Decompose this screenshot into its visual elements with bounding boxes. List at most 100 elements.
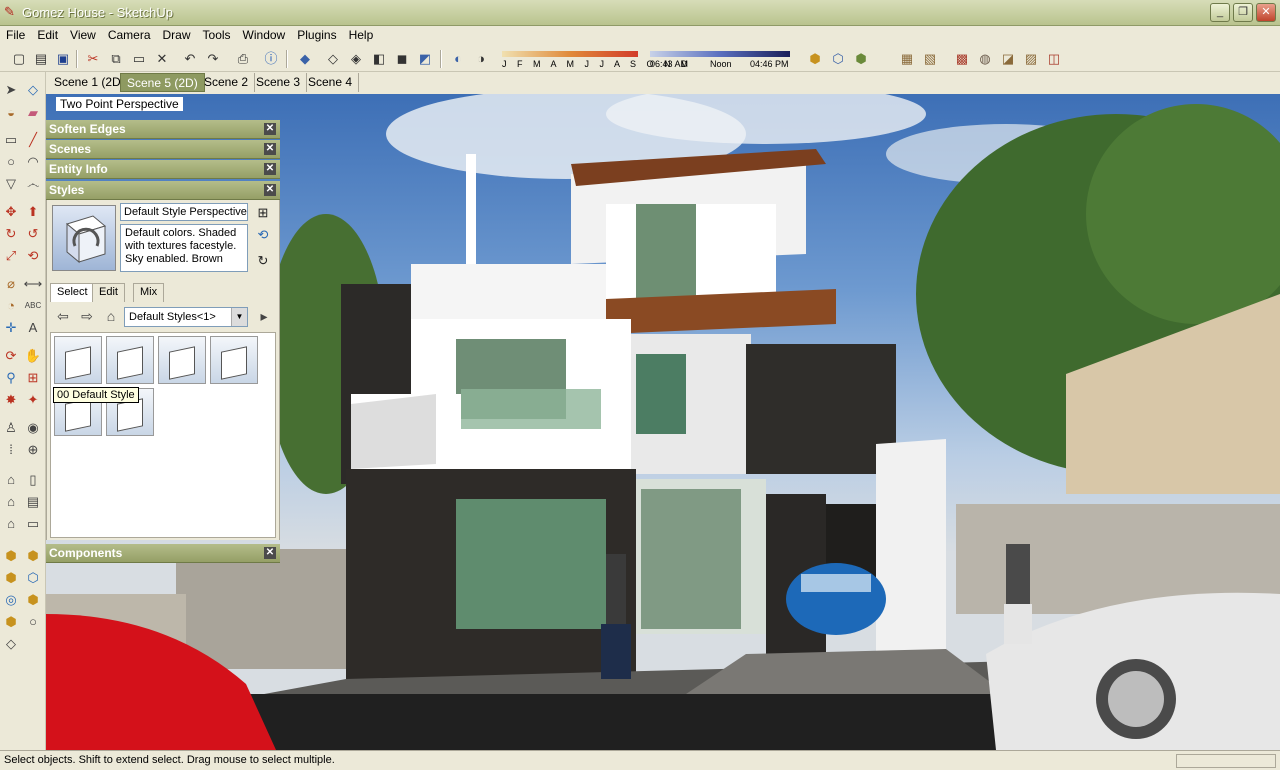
iso-camera-icon[interactable]: ⌂ — [1, 470, 21, 490]
toggle-terrain-icon[interactable]: ○ — [23, 612, 43, 632]
details-arrow-icon[interactable]: ▸ — [255, 307, 273, 325]
menu-view[interactable]: View — [64, 26, 102, 44]
component-options-icon[interactable]: ⬢ — [23, 546, 43, 566]
iso-view-icon[interactable]: ◆ — [296, 50, 314, 68]
menu-window[interactable]: Window — [237, 26, 292, 44]
stamp-icon[interactable]: ▩ — [953, 50, 971, 68]
forward-arrow-icon[interactable]: ⇨ — [78, 307, 96, 325]
menu-help[interactable]: Help — [343, 26, 380, 44]
home-icon[interactable]: ⌂ — [102, 307, 120, 325]
shadow-date-slider[interactable] — [502, 51, 638, 57]
styles-panel-header[interactable]: Styles ✕ — [46, 181, 280, 200]
menu-file[interactable]: File — [0, 26, 31, 44]
measurements-box[interactable] — [1176, 754, 1276, 768]
paint-bucket-icon[interactable]: ◒ — [1, 103, 21, 123]
menu-plugins[interactable]: Plugins — [291, 26, 342, 44]
shadow-settings-icon[interactable]: ◐ — [449, 50, 467, 68]
tab-scene-3[interactable]: Scene 3 — [250, 73, 308, 92]
tab-mix[interactable]: Mix — [133, 283, 165, 302]
menu-camera[interactable]: Camera — [102, 26, 157, 44]
rotate-icon[interactable]: ↻ — [1, 224, 21, 244]
style-description-field[interactable]: Default colors. Shaded with textures fac… — [120, 224, 248, 272]
scenes-panel-header[interactable]: Scenes ✕ — [46, 140, 280, 159]
chevron-down-icon[interactable]: ▼ — [231, 308, 247, 326]
component-attributes-icon[interactable]: ⬢ — [1, 568, 21, 588]
right-view-icon[interactable]: ▯ — [23, 470, 43, 490]
close-icon[interactable]: ✕ — [264, 547, 276, 559]
pan-icon[interactable]: ✋ — [23, 346, 43, 366]
style-thumbnail[interactable] — [52, 205, 116, 271]
style-collection-select[interactable]: Default Styles<1> ▼ — [124, 307, 248, 327]
open-icon[interactable]: ▤ — [32, 50, 50, 68]
section-plane-icon[interactable]: ⊕ — [23, 440, 43, 460]
left-view-icon[interactable]: ⌂ — [1, 514, 21, 534]
menu-draw[interactable]: Draw — [157, 26, 197, 44]
entity-info-panel-header[interactable]: Entity Info ✕ — [46, 160, 280, 179]
cut-icon[interactable]: ✂ — [84, 50, 102, 68]
photo-textures-icon[interactable]: ⬢ — [23, 590, 43, 610]
geo-location-icon[interactable]: ◎ — [1, 590, 21, 610]
move-icon[interactable]: ✥ — [1, 202, 21, 222]
soften-edges-panel-header[interactable]: Soften Edges ✕ — [46, 120, 280, 139]
refresh-icon[interactable]: ↻ — [254, 252, 272, 270]
scale-icon[interactable]: ⤢ — [1, 246, 21, 266]
menu-edit[interactable]: Edit — [31, 26, 64, 44]
display-shadows-icon[interactable]: ◑ — [472, 50, 490, 68]
close-icon[interactable]: ✕ — [264, 143, 276, 155]
copy-icon[interactable]: ⧉ — [107, 50, 125, 68]
style-name-field[interactable]: Default Style Perspective — [120, 203, 248, 221]
text-icon[interactable]: ABC — [23, 296, 43, 316]
eraser-icon[interactable]: ▰ — [23, 103, 43, 123]
make-component-icon[interactable]: ◇ — [23, 80, 43, 100]
drape-icon[interactable]: ◍ — [976, 50, 994, 68]
tab-select[interactable]: Select — [50, 283, 95, 302]
tab-scene-5-2d[interactable]: Scene 5 (2D) — [120, 73, 205, 92]
zoom-window-icon[interactable]: ⊞ — [23, 368, 43, 388]
3d-warehouse-icon[interactable]: ⬡ — [829, 50, 847, 68]
axes-icon[interactable]: ✛ — [1, 318, 21, 338]
print-icon[interactable]: ⎙ — [234, 50, 252, 68]
redo-icon[interactable]: ↷ — [204, 50, 222, 68]
component-icon[interactable]: ⬢ — [806, 50, 824, 68]
xray-icon[interactable]: ◇ — [324, 50, 342, 68]
offset-icon[interactable]: ⟲ — [23, 246, 43, 266]
tab-edit[interactable]: Edit — [92, 283, 125, 302]
share-model-icon[interactable]: ⬢ — [852, 50, 870, 68]
previous-view-icon[interactable]: ✸ — [1, 390, 21, 410]
smoove-icon[interactable]: ◫ — [1045, 50, 1063, 68]
follow-me-icon[interactable]: ↺ — [23, 224, 43, 244]
position-camera-icon[interactable]: ♙ — [1, 418, 21, 438]
3d-text-icon[interactable]: A — [23, 318, 43, 338]
shaded-icon[interactable]: ◼ — [393, 50, 411, 68]
style-swatch[interactable] — [158, 336, 206, 384]
dynamic-component-icon[interactable]: ⬢ — [1, 546, 21, 566]
close-icon[interactable]: ✕ — [264, 123, 276, 135]
close-button[interactable]: ✕ — [1256, 3, 1276, 22]
orbit-icon[interactable]: ⟳ — [1, 346, 21, 366]
hidden-line-icon[interactable]: ◧ — [370, 50, 388, 68]
front-view-icon[interactable]: ⌂ — [1, 492, 21, 512]
push-pull-icon[interactable]: ⬆ — [23, 202, 43, 222]
polygon-icon[interactable]: ▽ — [1, 174, 21, 194]
menu-tools[interactable]: Tools — [197, 26, 237, 44]
components-panel-header[interactable]: Components ✕ — [46, 544, 280, 563]
style-swatch[interactable] — [210, 336, 258, 384]
undo-icon[interactable]: ↶ — [181, 50, 199, 68]
protractor-icon[interactable]: ◔ — [1, 296, 21, 316]
update-style-button[interactable]: ⟲ — [254, 226, 272, 244]
paste-icon[interactable]: ▭ — [130, 50, 148, 68]
sandbox-scratch-icon[interactable]: ▧ — [921, 50, 939, 68]
maximize-button[interactable]: ❐ — [1233, 3, 1253, 22]
preview-google-earth-icon[interactable]: ◇ — [1, 634, 21, 654]
circle-icon[interactable]: ○ — [1, 152, 21, 172]
tab-scene-2[interactable]: Scene 2 — [198, 73, 256, 92]
model-info-icon[interactable]: ⓘ — [262, 50, 280, 68]
add-detail-icon[interactable]: ▨ — [1022, 50, 1040, 68]
get-models-icon[interactable]: ⬡ — [23, 568, 43, 588]
shaded-textures-icon[interactable]: ◩ — [416, 50, 434, 68]
top-view-icon[interactable]: ▭ — [23, 514, 43, 534]
flip-edge-icon[interactable]: ◪ — [999, 50, 1017, 68]
close-icon[interactable]: ✕ — [264, 163, 276, 175]
tab-scene-4[interactable]: Scene 4 — [302, 73, 360, 92]
shadow-time-slider[interactable] — [650, 51, 790, 57]
